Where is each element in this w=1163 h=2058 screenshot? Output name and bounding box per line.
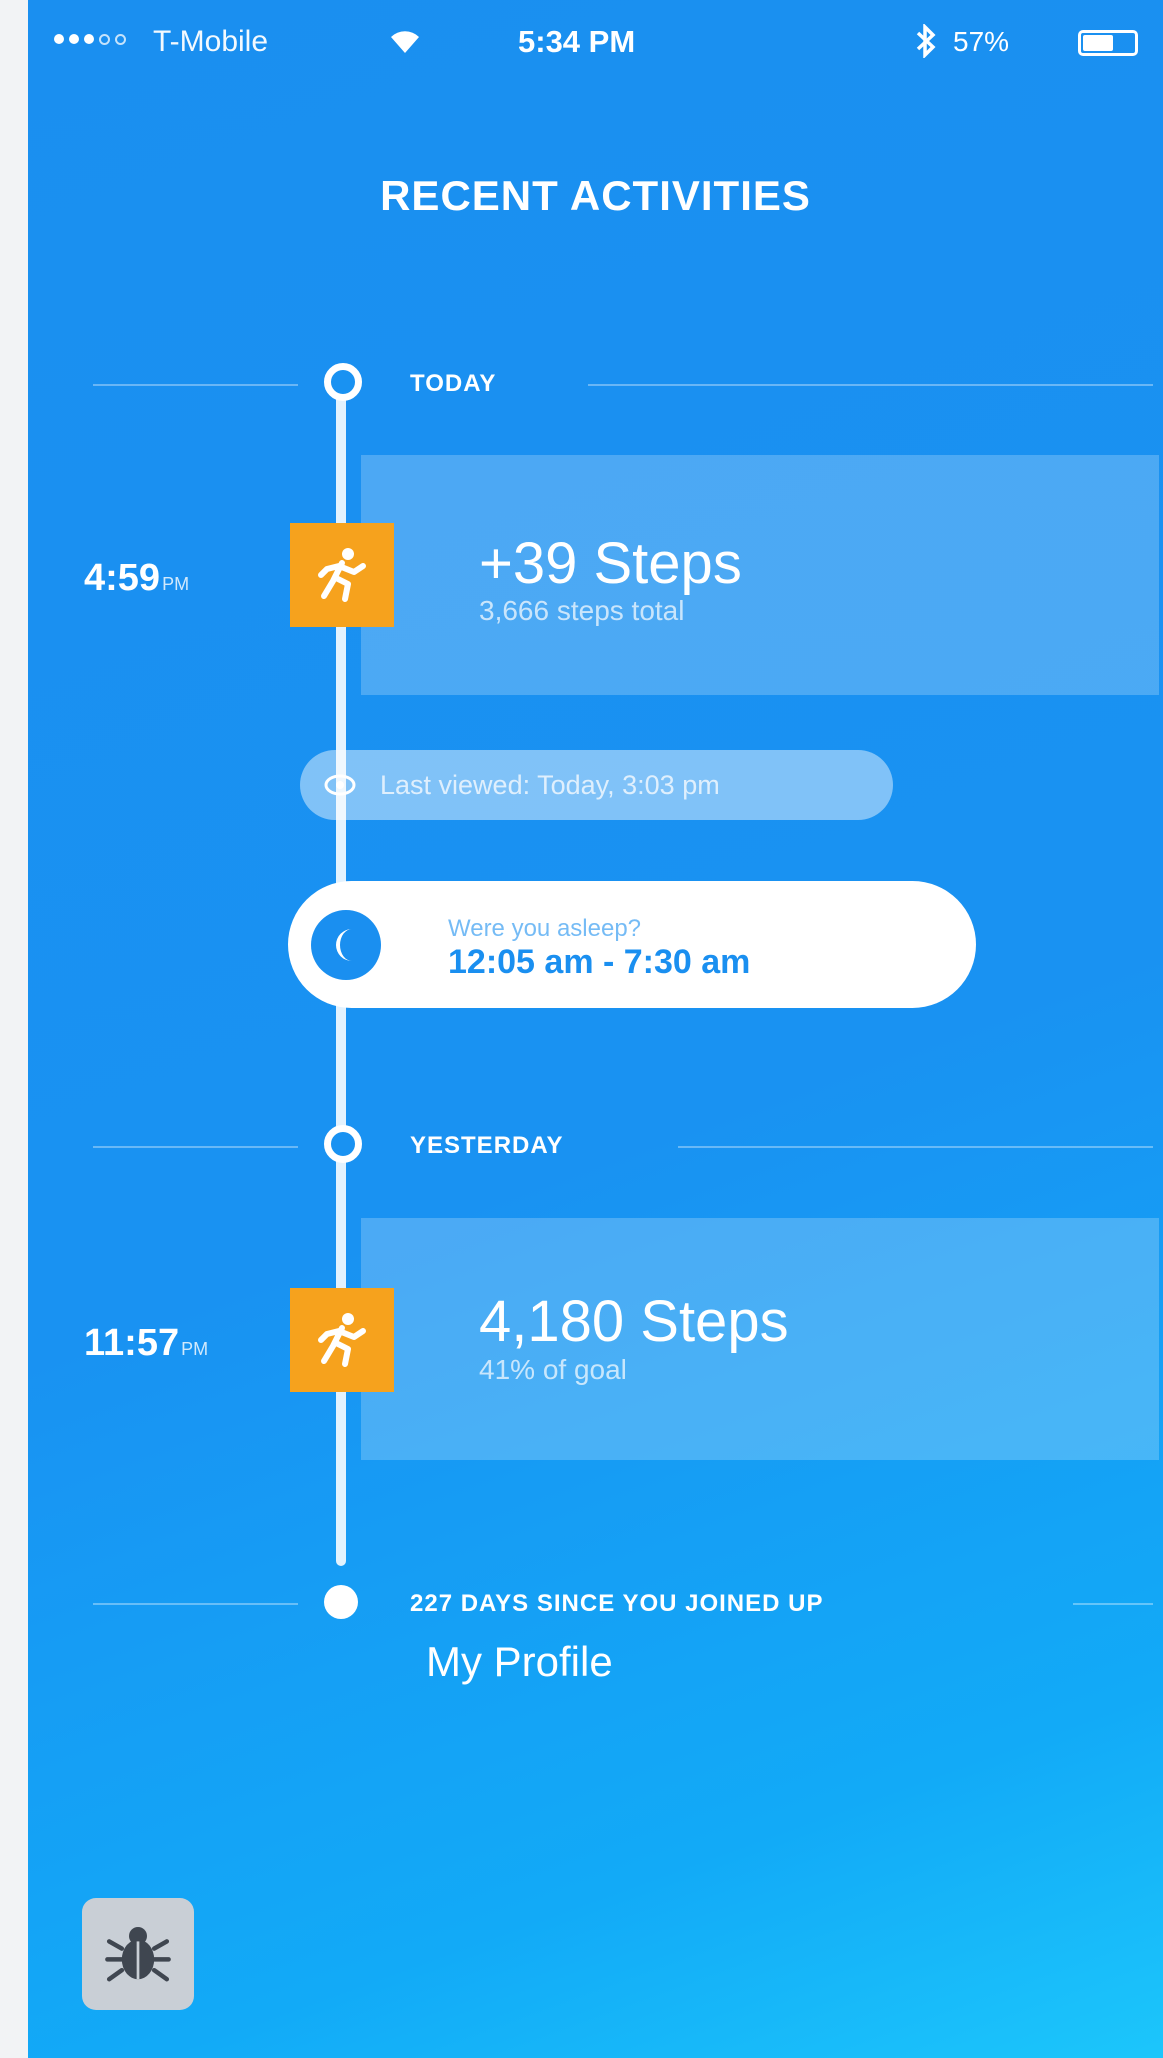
bluetooth-icon — [915, 22, 937, 66]
section-label-yesterday: YESTERDAY — [410, 1132, 564, 1159]
runner-icon — [290, 523, 394, 627]
moon-icon — [311, 910, 381, 980]
timeline-node-today — [324, 363, 362, 401]
last-viewed-text: Last viewed: Today, 3:03 pm — [380, 770, 720, 800]
activity-time-today: 4:59 PM — [84, 557, 189, 600]
activity-subtitle: 3,666 steps total — [479, 595, 685, 626]
app-screen: T-Mobile 5:34 PM 57% RECENT ACTIVITIES T… — [28, 0, 1163, 2058]
activity-title: 4,180 Steps — [479, 1289, 789, 1354]
runner-icon — [290, 1288, 394, 1392]
divider-line — [1073, 1603, 1153, 1605]
sleep-question: Were you asleep? — [448, 915, 642, 942]
divider-line — [93, 1146, 298, 1148]
activity-time-suffix: PM — [162, 574, 190, 594]
battery-percent: 57% — [953, 26, 1010, 57]
page-title: RECENT ACTIVITIES — [380, 172, 811, 219]
last-viewed-pill: Last viewed: Today, 3:03 pm — [300, 750, 893, 820]
wifi-icon — [388, 27, 422, 62]
my-profile-link[interactable]: My Profile — [426, 1638, 613, 1686]
activity-title: +39 Steps — [479, 531, 742, 596]
activity-time-yesterday: 11:57 PM — [84, 1322, 208, 1365]
activity-card-today[interactable]: +39 Steps 3,666 steps total — [361, 455, 1159, 695]
activity-time: 11:57 — [84, 1322, 180, 1364]
divider-line — [678, 1146, 1153, 1148]
sleep-range: 12:05 am - 7:30 am — [448, 943, 751, 981]
activity-subtitle: 41% of goal — [479, 1354, 627, 1385]
activity-time: 4:59 — [84, 557, 161, 599]
bug-icon[interactable] — [82, 1898, 194, 2010]
timeline-node-yesterday — [324, 1125, 362, 1163]
battery-icon — [1078, 30, 1138, 56]
timeline-node-start — [324, 1585, 358, 1619]
carrier-name: T-Mobile — [153, 25, 269, 58]
activity-card-yesterday[interactable]: 4,180 Steps 41% of goal — [361, 1218, 1159, 1460]
signal-strength-icon — [54, 34, 126, 45]
section-label-today: TODAY — [410, 370, 497, 397]
eye-icon — [324, 774, 356, 796]
divider-line — [588, 384, 1153, 386]
status-time: 5:34 PM — [518, 24, 636, 59]
activity-time-suffix: PM — [181, 1339, 209, 1359]
status-bar: T-Mobile 5:34 PM 57% — [28, 0, 1163, 100]
divider-line — [93, 1603, 298, 1605]
sleep-prompt-pill[interactable]: Were you asleep? 12:05 am - 7:30 am — [288, 881, 976, 1008]
joined-text: 227 DAYS SINCE YOU JOINED UP — [410, 1590, 824, 1617]
divider-line — [93, 384, 298, 386]
